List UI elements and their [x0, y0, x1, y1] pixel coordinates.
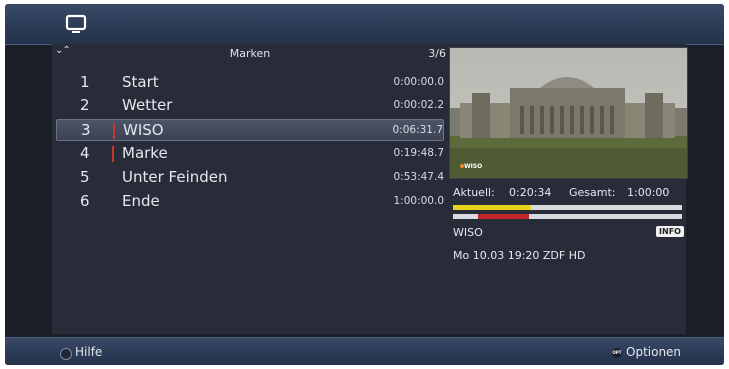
mark-number: 2 — [80, 96, 90, 114]
mark-time: 0:00:00.0 — [393, 76, 445, 88]
marks-list-count: 3/6 — [428, 47, 446, 60]
mark-name: Marke — [122, 144, 168, 162]
mark-name: Unter Feinden — [122, 168, 228, 186]
program-title: WISO — [453, 226, 483, 239]
mark-indicator — [112, 146, 114, 162]
mark-row[interactable]: 6 Ende 1:00:00.0 — [56, 191, 444, 213]
mark-row[interactable]: 5 Unter Feinden 0:53:47.4 — [56, 167, 444, 189]
video-preview: WISO — [449, 47, 688, 179]
marked-segment-bar — [453, 214, 682, 219]
playback-progress-fill — [453, 205, 531, 210]
mark-indicator — [113, 123, 115, 139]
mark-row[interactable]: 3 WISO 0:06:31.7 — [56, 119, 444, 141]
mark-name: Ende — [122, 192, 160, 210]
reichstag-image: WISO — [450, 48, 687, 178]
total-time-label: Gesamt: — [569, 186, 616, 199]
help-label[interactable]: Hilfe — [75, 345, 102, 359]
marks-list-title: Marken — [229, 47, 271, 60]
mark-time: 0:53:47.4 — [393, 171, 445, 183]
channel-logo: WISO — [464, 163, 482, 170]
mark-number: 6 — [80, 192, 90, 210]
marks-list-header: ⌄⌃ Marken 3/6 — [52, 44, 448, 62]
current-time-label: Aktuell: — [453, 186, 495, 199]
mark-number: 3 — [81, 121, 91, 139]
total-time-value: 1:00:00 — [627, 186, 670, 199]
mark-row[interactable]: 2 Wetter 0:00:02.2 — [56, 95, 444, 117]
tv-icon — [65, 14, 87, 33]
mark-row[interactable]: 1 Start 0:00:00.0 — [56, 72, 444, 94]
mark-time: 0:19:48.7 — [393, 147, 445, 159]
options-label[interactable]: Optionen — [626, 345, 681, 359]
mark-time: 0:06:31.7 — [392, 124, 444, 136]
info-badge[interactable]: INFO — [656, 226, 684, 237]
mark-number: 4 — [80, 144, 90, 162]
mark-name: WISO — [123, 121, 164, 139]
bottom-bar: Hilfe OPT Optionen — [5, 337, 724, 365]
mark-time: 0:00:02.2 — [393, 99, 445, 111]
playback-progress-bar — [453, 205, 682, 210]
mark-time: 1:00:00.0 — [393, 195, 445, 207]
options-button-icon[interactable]: OPT — [612, 348, 622, 358]
mark-name: Wetter — [122, 96, 173, 114]
help-button-icon[interactable] — [60, 348, 72, 360]
mark-name: Start — [122, 73, 159, 91]
mark-row[interactable]: 4 Marke 0:19:48.7 — [56, 143, 444, 165]
top-bar — [5, 4, 724, 45]
mark-number: 5 — [80, 168, 90, 186]
marked-segment-fill — [478, 214, 529, 219]
mark-number: 1 — [80, 73, 90, 91]
current-time-value: 0:20:34 — [509, 186, 552, 199]
program-details: Mo 10.03 19:20 ZDF HD — [453, 249, 586, 262]
